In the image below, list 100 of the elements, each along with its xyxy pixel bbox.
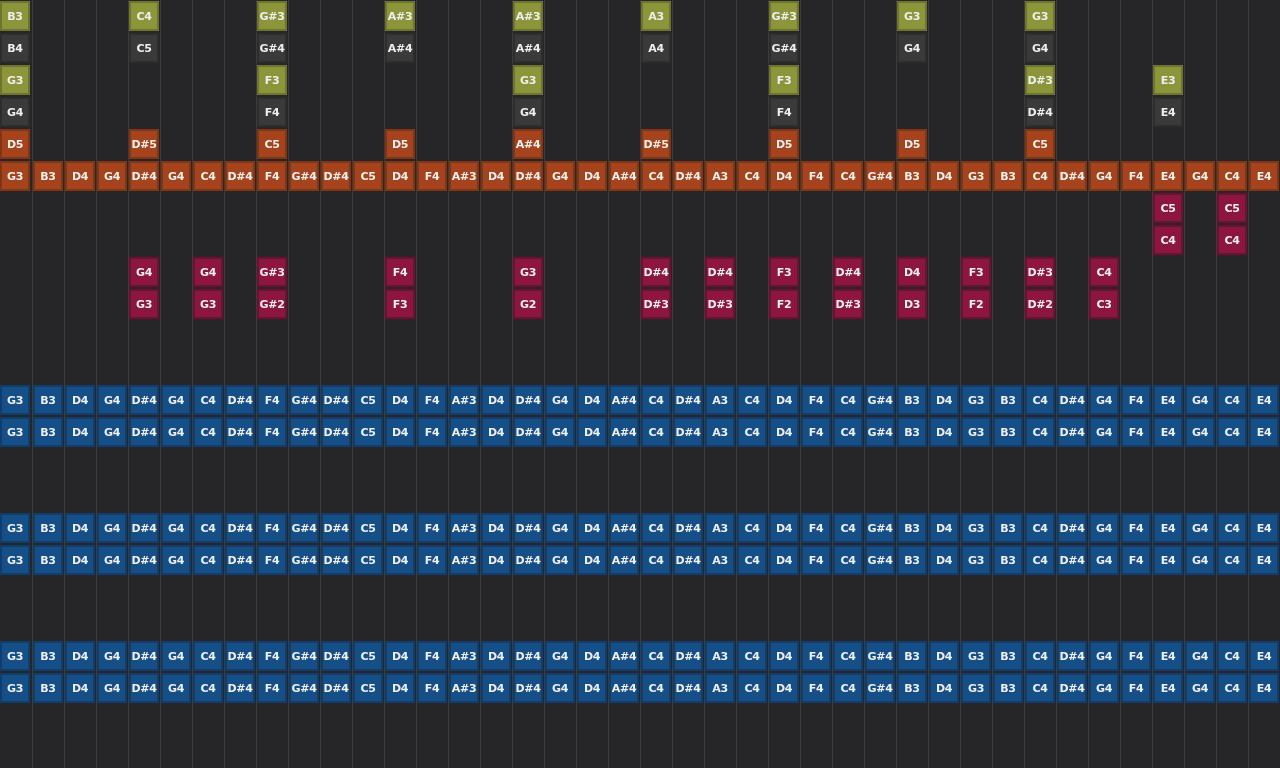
note-block[interactable]: D4 xyxy=(929,545,959,575)
note-block[interactable]: D#4 xyxy=(321,673,351,703)
note-block[interactable]: G4 xyxy=(545,513,575,543)
note-block[interactable]: B3 xyxy=(33,673,63,703)
note-block[interactable]: G4 xyxy=(129,257,159,287)
note-block[interactable]: D#4 xyxy=(225,513,255,543)
note-block[interactable]: G#4 xyxy=(257,33,287,63)
note-block[interactable]: B3 xyxy=(897,385,927,415)
note-block[interactable]: B3 xyxy=(33,513,63,543)
note-block[interactable]: G4 xyxy=(97,545,127,575)
note-block[interactable]: C4 xyxy=(1217,225,1247,255)
note-block[interactable]: E4 xyxy=(1153,385,1183,415)
note-block[interactable]: A3 xyxy=(705,641,735,671)
note-block[interactable]: D#4 xyxy=(1057,513,1087,543)
note-block[interactable]: D#4 xyxy=(321,641,351,671)
note-block[interactable]: D#4 xyxy=(225,545,255,575)
note-block[interactable]: D#4 xyxy=(513,673,543,703)
note-block[interactable]: C4 xyxy=(1217,545,1247,575)
note-block[interactable]: G4 xyxy=(1185,417,1215,447)
note-block[interactable]: D#4 xyxy=(1057,417,1087,447)
note-block[interactable]: D#4 xyxy=(513,513,543,543)
note-block[interactable]: C4 xyxy=(833,513,863,543)
note-block[interactable]: G4 xyxy=(1089,545,1119,575)
note-block[interactable]: G3 xyxy=(0,641,30,671)
note-block[interactable]: B3 xyxy=(993,673,1023,703)
note-block[interactable]: G4 xyxy=(1089,673,1119,703)
note-block[interactable]: C4 xyxy=(1025,641,1055,671)
note-block[interactable]: A#3 xyxy=(449,641,479,671)
note-block[interactable]: D5 xyxy=(385,129,415,159)
note-block[interactable]: D4 xyxy=(577,641,607,671)
note-block[interactable]: C4 xyxy=(641,673,671,703)
note-block[interactable]: A3 xyxy=(705,161,735,191)
note-block[interactable]: D4 xyxy=(385,641,415,671)
note-block[interactable]: D4 xyxy=(385,417,415,447)
note-block[interactable]: G4 xyxy=(161,385,191,415)
note-block[interactable]: D4 xyxy=(481,385,511,415)
note-block[interactable]: E4 xyxy=(1153,641,1183,671)
note-block[interactable]: F4 xyxy=(1121,545,1151,575)
note-block[interactable]: D4 xyxy=(385,545,415,575)
note-block[interactable]: A#4 xyxy=(609,641,639,671)
note-block[interactable]: A#3 xyxy=(449,545,479,575)
note-block[interactable]: F4 xyxy=(1121,161,1151,191)
note-block[interactable]: G4 xyxy=(1089,161,1119,191)
note-block[interactable]: G4 xyxy=(1025,33,1055,63)
note-block[interactable]: G#4 xyxy=(865,673,895,703)
note-block[interactable]: D#4 xyxy=(673,641,703,671)
note-block[interactable]: G3 xyxy=(961,641,991,671)
note-block[interactable]: C4 xyxy=(1217,513,1247,543)
note-block[interactable]: B3 xyxy=(33,385,63,415)
note-block[interactable]: F4 xyxy=(1121,513,1151,543)
note-block[interactable]: D#4 xyxy=(673,513,703,543)
note-block[interactable]: C5 xyxy=(1025,129,1055,159)
note-block[interactable]: B3 xyxy=(993,385,1023,415)
note-block[interactable]: C4 xyxy=(1217,673,1247,703)
note-block[interactable]: A#4 xyxy=(609,417,639,447)
note-block[interactable]: D4 xyxy=(65,385,95,415)
note-block[interactable]: D#4 xyxy=(513,545,543,575)
note-block[interactable]: D#4 xyxy=(225,641,255,671)
note-block[interactable]: D#2 xyxy=(1025,289,1055,319)
note-block[interactable]: B3 xyxy=(897,161,927,191)
note-block[interactable]: G4 xyxy=(97,641,127,671)
note-block[interactable]: D4 xyxy=(769,161,799,191)
note-block[interactable]: F4 xyxy=(257,513,287,543)
note-block[interactable]: D#4 xyxy=(833,257,863,287)
note-block[interactable]: G4 xyxy=(1185,385,1215,415)
note-block[interactable]: E4 xyxy=(1153,673,1183,703)
note-block[interactable]: B3 xyxy=(897,513,927,543)
note-block[interactable]: D4 xyxy=(65,161,95,191)
note-block[interactable]: B3 xyxy=(897,545,927,575)
note-block[interactable]: F2 xyxy=(769,289,799,319)
note-block[interactable]: C4 xyxy=(833,673,863,703)
note-block[interactable]: F4 xyxy=(257,673,287,703)
note-block[interactable]: G#4 xyxy=(289,673,319,703)
note-block[interactable]: G3 xyxy=(0,417,30,447)
note-block[interactable]: F4 xyxy=(417,673,447,703)
note-block[interactable]: C5 xyxy=(353,385,383,415)
note-block[interactable]: A3 xyxy=(705,417,735,447)
note-block[interactable]: C5 xyxy=(353,417,383,447)
note-block[interactable]: C5 xyxy=(353,673,383,703)
note-block[interactable]: D#4 xyxy=(321,545,351,575)
note-block[interactable]: F3 xyxy=(769,257,799,287)
note-block[interactable]: C4 xyxy=(833,641,863,671)
note-block[interactable]: D4 xyxy=(897,257,927,287)
note-block[interactable]: G4 xyxy=(545,673,575,703)
note-block[interactable]: D#4 xyxy=(673,417,703,447)
note-block[interactable]: C4 xyxy=(641,417,671,447)
note-block[interactable]: C4 xyxy=(737,641,767,671)
note-block[interactable]: E4 xyxy=(1249,641,1279,671)
note-block[interactable]: D#3 xyxy=(705,289,735,319)
note-block[interactable]: D#4 xyxy=(1057,673,1087,703)
note-block[interactable]: D4 xyxy=(385,385,415,415)
note-block[interactable]: D#4 xyxy=(673,161,703,191)
note-block[interactable]: D#4 xyxy=(225,161,255,191)
note-block[interactable]: B4 xyxy=(0,33,30,63)
note-block[interactable]: G4 xyxy=(897,33,927,63)
note-block[interactable]: C4 xyxy=(737,417,767,447)
note-block[interactable]: G#4 xyxy=(289,545,319,575)
note-block[interactable]: D4 xyxy=(385,513,415,543)
note-block[interactable]: D4 xyxy=(929,385,959,415)
note-block[interactable]: C5 xyxy=(129,33,159,63)
